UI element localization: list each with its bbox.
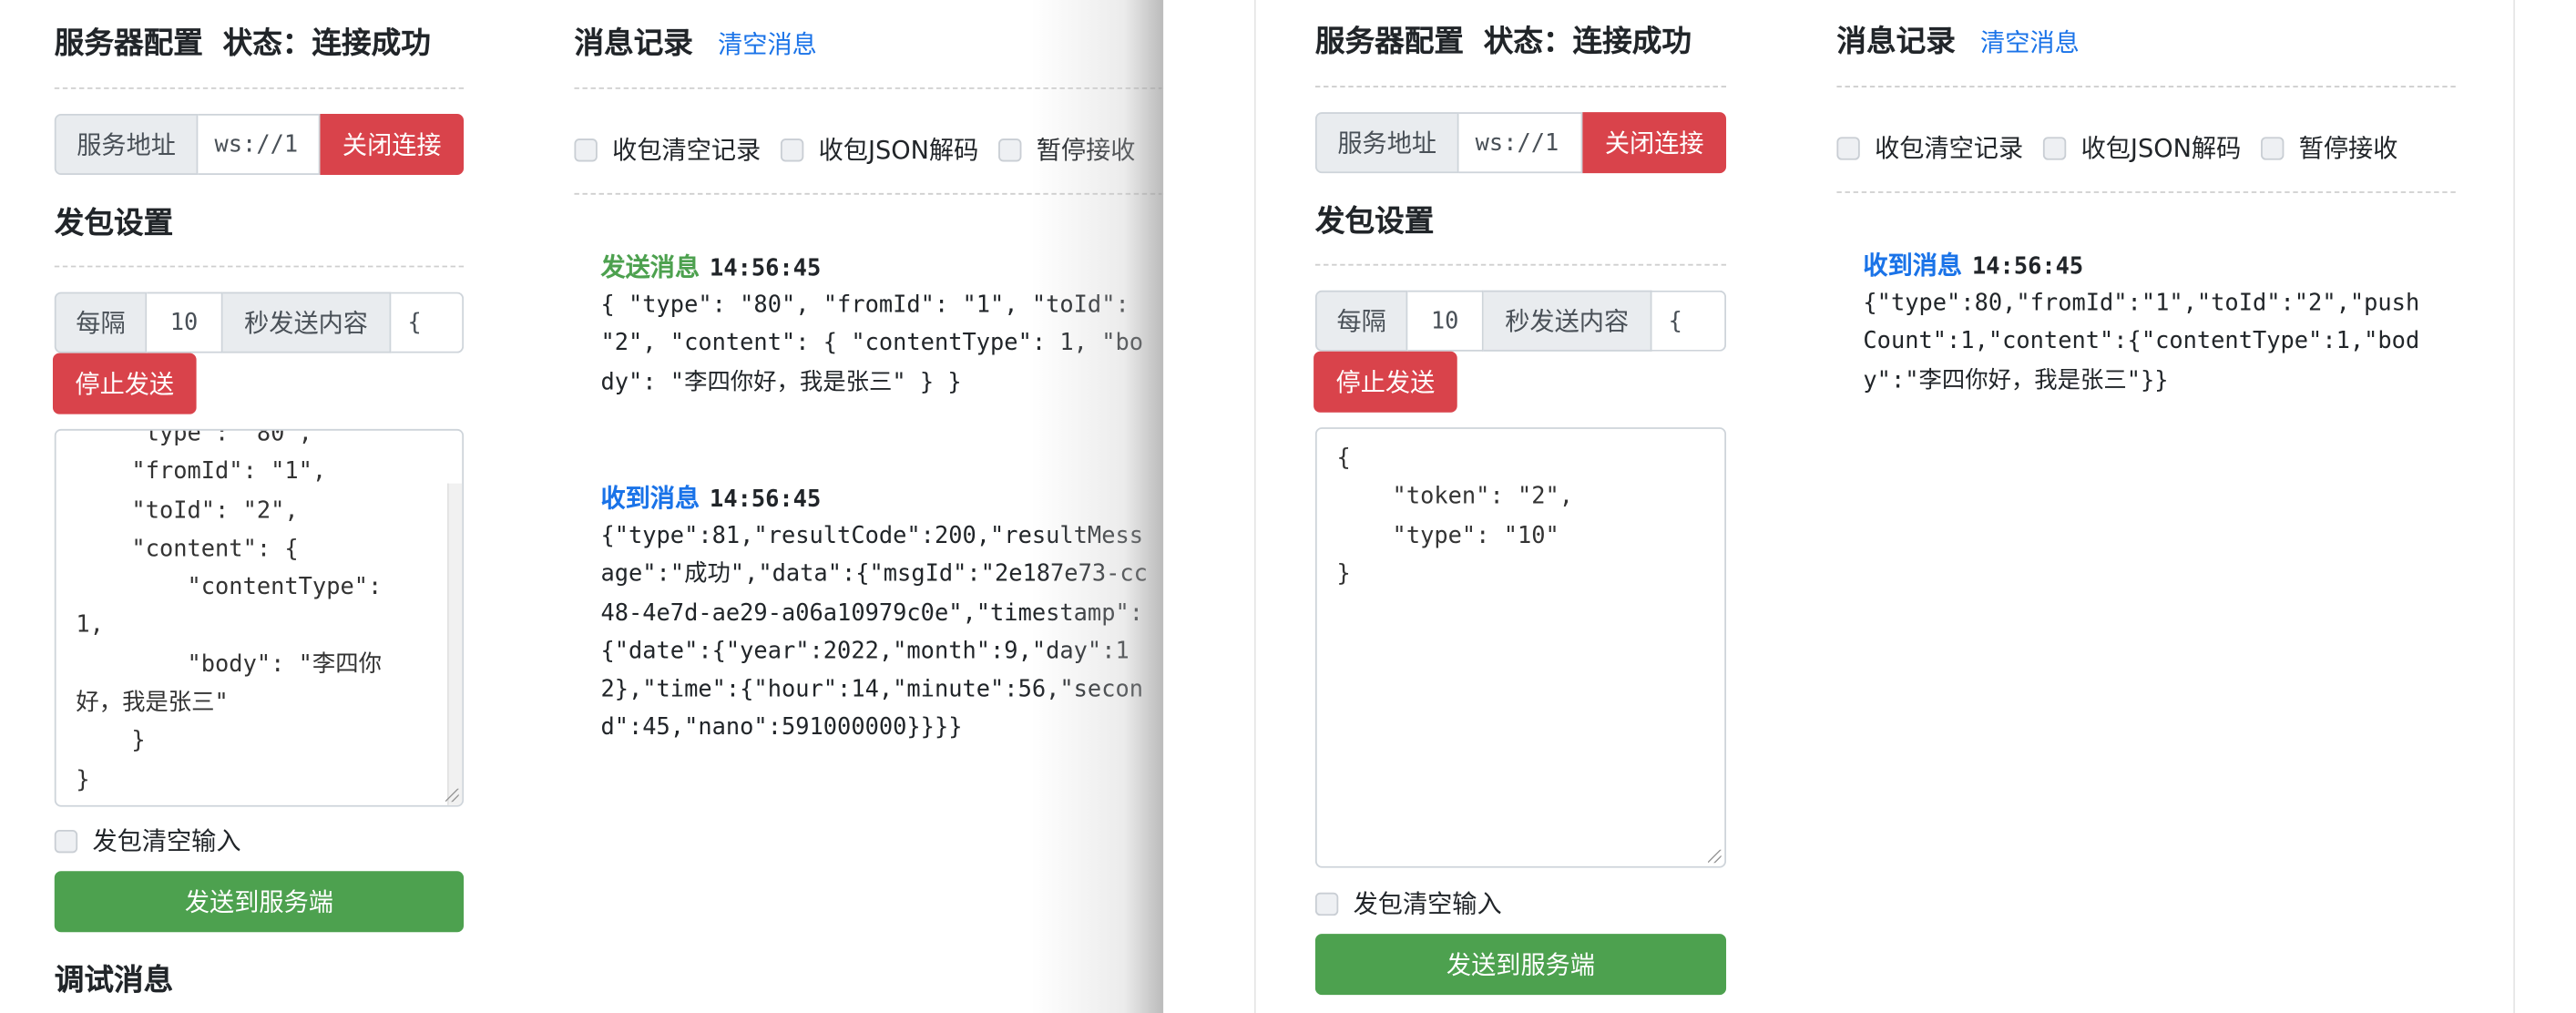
debug-title: 调试消息 (54, 963, 174, 998)
clear-input-label: 发包清空输入 (92, 826, 241, 856)
divider (54, 265, 465, 268)
clear-input-option[interactable]: 发包清空输入 (54, 824, 241, 858)
interval-input[interactable]: 10 (147, 292, 223, 353)
stop-send-button[interactable]: 停止发送 (1314, 351, 1457, 413)
messages-title: 消息记录 (574, 26, 693, 62)
message-time: 14:56:45 (710, 255, 822, 282)
divider (54, 87, 465, 89)
clear-record-checkbox[interactable] (1836, 136, 1860, 159)
json-decode-checkbox[interactable] (2042, 136, 2067, 159)
server-config-title: 服务器配置 (1314, 25, 1464, 60)
clear-input-option[interactable]: 发包清空输入 (1314, 886, 1502, 921)
message-type-sent: 发送消息 (600, 252, 700, 282)
clear-messages-link[interactable]: 清空消息 (718, 26, 817, 61)
left-panel: 服务器配置 状态：连接成功 服务地址 ws://1 关闭连接 发包设置 每隔 10… (0, 0, 1164, 1013)
divider (1836, 191, 2456, 193)
send-to-server-button[interactable]: 发送到服务端 (54, 871, 465, 933)
json-decode-checkbox[interactable] (780, 138, 804, 161)
interval-group: 每隔 10 秒发送内容 { (1314, 290, 1727, 352)
interval-label: 每隔 (1314, 290, 1408, 352)
server-address-input[interactable]: ws://1 (1458, 112, 1583, 174)
message-entry: 收到消息 14:56:45 {"type":81,"resultCode":200… (600, 480, 1153, 749)
clear-messages-link[interactable]: 清空消息 (1980, 25, 2080, 59)
message-editor-text: { "token": "2", "type": "10" } (1336, 445, 1574, 588)
message-time: 14:56:45 (1972, 253, 2084, 281)
server-address-label: 服务地址 (54, 113, 199, 175)
interval-label: 每隔 (54, 292, 148, 353)
interval-input[interactable]: 10 (1407, 290, 1484, 352)
message-header: 收到消息 14:56:45 (1863, 248, 2432, 282)
message-editor[interactable]: { "token": "2", "type": "10" } (1314, 427, 1727, 868)
container-border (1253, 0, 1256, 1013)
pause-receive-label: 暂停接收 (2298, 133, 2398, 164)
send-settings-title: 发包设置 (1314, 204, 1435, 240)
send-settings-title: 发包设置 (54, 206, 174, 241)
json-decode-label: 收包JSON解码 (2080, 133, 2242, 164)
message-header: 收到消息 14:56:45 (600, 480, 1153, 515)
clear-input-checkbox[interactable] (1314, 891, 1339, 916)
container-border (2513, 0, 2516, 1013)
divider (574, 192, 1164, 195)
divider (574, 87, 1164, 89)
close-connection-button[interactable]: 关闭连接 (1582, 112, 1727, 174)
message-type-received: 收到消息 (1863, 251, 1963, 281)
server-config-heading: 服务器配置 状态：连接成功 (55, 20, 431, 63)
message-header: 发送消息 14:56:45 (600, 249, 1153, 283)
send-content-label: 秒发送内容 (222, 292, 392, 353)
right-panel: 服务器配置 状态：连接成功 服务地址 ws://1 关闭连接 发包设置 每隔 10… (1163, 0, 2576, 1013)
clear-record-label: 收包清空记录 (1875, 133, 2024, 164)
clear-input-checkbox[interactable] (54, 829, 78, 853)
send-content-input[interactable]: { (391, 292, 465, 353)
json-decode-label: 收包JSON解码 (818, 135, 979, 166)
connection-status: 状态：连接成功 (222, 26, 431, 62)
message-time: 14:56:45 (710, 486, 822, 514)
clear-record-label: 收包清空记录 (612, 135, 762, 166)
interval-group: 每隔 10 秒发送内容 { (54, 292, 465, 353)
server-address-input[interactable]: ws://1 (198, 113, 321, 175)
screen: 服务器配置 状态：连接成功 服务地址 ws://1 关闭连接 发包设置 每隔 10… (0, 0, 2576, 1013)
clear-record-checkbox[interactable] (574, 138, 598, 161)
message-body: {"type":81,"resultCode":200,"resultMessa… (600, 523, 1148, 742)
connection-status: 状态：连接成功 (1483, 25, 1692, 60)
send-content-label: 秒发送内容 (1483, 290, 1652, 352)
resize-handle-icon[interactable] (445, 788, 459, 803)
message-body: { "type": "80", "fromId": "1", "toId": "… (600, 292, 1144, 395)
message-options: 收包清空记录 收包JSON解码 暂停接收 (1836, 130, 2397, 165)
server-address-group: 服务地址 ws://1 关闭连接 (54, 113, 465, 175)
message-options: 收包清空记录 收包JSON解码 暂停接收 (574, 132, 1135, 167)
send-content-input[interactable]: { (1651, 290, 1727, 352)
server-config-heading: 服务器配置 状态：连接成功 (1315, 18, 1692, 61)
resize-handle-icon[interactable] (1708, 849, 1722, 864)
divider (1836, 86, 2456, 87)
message-editor[interactable]: "type": "80", "fromId": "1", "toId": "2"… (54, 428, 465, 807)
message-type-received: 收到消息 (600, 483, 700, 514)
close-connection-button[interactable]: 关闭连接 (320, 113, 465, 175)
stop-send-button[interactable]: 停止发送 (52, 353, 197, 414)
pause-receive-checkbox[interactable] (2261, 136, 2285, 159)
message-entry: 收到消息 14:56:45 {"type":80,"fromId":"1","to… (1863, 248, 2432, 401)
message-body: {"type":80,"fromId":"1","toId":"2","push… (1863, 290, 2420, 394)
divider (1314, 86, 1727, 87)
pause-receive-checkbox[interactable] (998, 138, 1022, 161)
messages-title: 消息记录 (1836, 25, 1956, 60)
message-entry: 发送消息 14:56:45 { "type": "80", "fromId": "… (600, 249, 1153, 402)
divider (1314, 263, 1727, 266)
clear-input-label: 发包清空输入 (1353, 889, 1502, 919)
server-config-title: 服务器配置 (54, 26, 203, 62)
message-editor-text: "type": "80", "fromId": "1", "toId": "2"… (76, 428, 383, 793)
send-to-server-button[interactable]: 发送到服务端 (1314, 934, 1727, 996)
pause-receive-label: 暂停接收 (1036, 135, 1136, 166)
editor-scrollbar[interactable] (446, 483, 463, 805)
server-address-group: 服务地址 ws://1 关闭连接 (1314, 112, 1727, 174)
server-address-label: 服务地址 (1314, 112, 1459, 174)
